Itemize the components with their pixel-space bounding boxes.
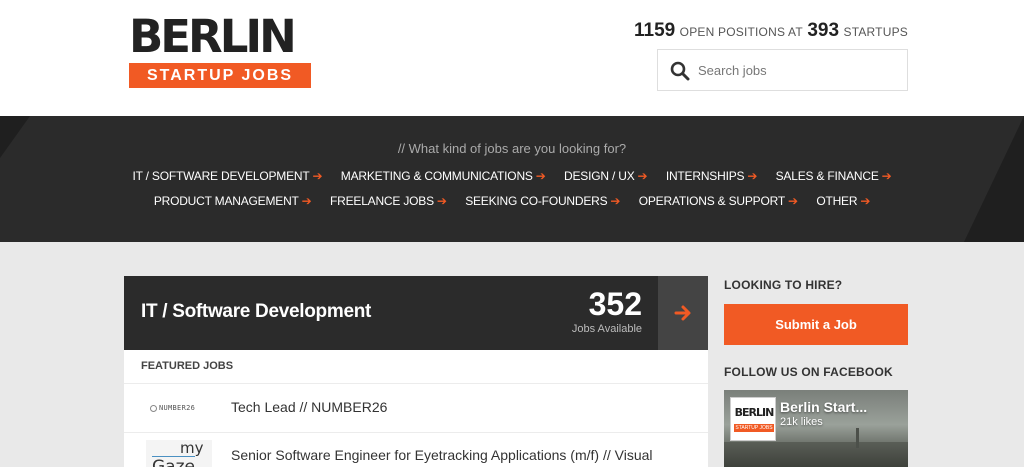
category-design-ux[interactable]: DESIGN / UX ➔ xyxy=(564,169,648,183)
job-row[interactable]: NUMBER26 Tech Lead // NUMBER26 xyxy=(124,384,708,432)
open-positions-count: 1159 xyxy=(633,20,676,41)
job-stats: 1159 OPEN POSITIONS AT 393 STARTUPS xyxy=(560,20,908,42)
search-box xyxy=(657,49,908,91)
arrow-right-icon: ➔ xyxy=(610,194,621,208)
startups-count: 393 xyxy=(807,20,840,41)
company-logo-number26: NUMBER26 xyxy=(150,402,210,414)
arrow-right-icon: ➔ xyxy=(860,194,871,208)
facebook-widget[interactable]: BERLIN STARTUP JOBS Berlin Start... 21k … xyxy=(724,390,908,467)
category-row-2: PRODUCT MANAGEMENT ➔ FREELANCE JOBS ➔ SEEK… xyxy=(0,192,1024,210)
category-product-management[interactable]: PRODUCT MANAGEMENT ➔ xyxy=(154,194,312,208)
arrow-right-icon: ➔ xyxy=(301,194,312,208)
category-sales-finance[interactable]: SALES & FINANCE ➔ xyxy=(776,169,892,183)
job-title[interactable]: Senior Software Engineer for Eyetracking… xyxy=(231,447,653,463)
facebook-likes: 21k likes xyxy=(780,416,823,428)
facebook-cover-skyline xyxy=(724,442,908,467)
arrow-right-icon: ➔ xyxy=(881,169,892,183)
featured-jobs-label: FEATURED JOBS xyxy=(141,360,234,372)
facebook-cover-tower xyxy=(856,428,859,448)
category-operations-support[interactable]: OPERATIONS & SUPPORT ➔ xyxy=(639,194,798,208)
category-band: // What kind of jobs are you looking for… xyxy=(0,116,1024,242)
search-icon[interactable] xyxy=(670,61,690,81)
company-logo-mygaze: my Gaze xyxy=(146,440,212,467)
job-title[interactable]: Tech Lead // NUMBER26 xyxy=(231,399,387,415)
category-header: IT / Software Development 352 Jobs Avail… xyxy=(124,276,708,350)
jobs-count: 352 xyxy=(588,286,642,322)
category-other[interactable]: OTHER ➔ xyxy=(816,194,870,208)
view-all-jobs-button[interactable] xyxy=(658,276,708,350)
arrow-right-icon xyxy=(674,305,691,321)
job-category-panel: IT / Software Development 352 Jobs Avail… xyxy=(124,276,708,467)
logo-wordmark: BERLIN xyxy=(129,14,297,60)
looking-to-hire-heading: LOOKING TO HIRE? xyxy=(724,278,843,292)
category-it-software[interactable]: IT / SOFTWARE DEVELOPMENT ➔ xyxy=(132,169,322,183)
arrow-right-icon: ➔ xyxy=(788,194,798,208)
logo-subtitle: STARTUP JOBS xyxy=(129,63,311,88)
submit-job-button[interactable]: Submit a Job xyxy=(724,304,908,345)
category-title: IT / Software Development xyxy=(141,301,372,322)
startups-label: STARTUPS xyxy=(843,25,908,39)
open-positions-label: OPEN POSITIONS AT xyxy=(679,25,803,39)
category-marketing[interactable]: MARKETING & COMMUNICATIONS ➔ xyxy=(341,169,546,183)
arrow-right-icon: ➔ xyxy=(747,169,758,183)
arrow-right-icon: ➔ xyxy=(312,169,323,183)
site-header: BERLIN STARTUP JOBS 1159 OPEN POSITIONS … xyxy=(0,0,1024,116)
arrow-right-icon: ➔ xyxy=(535,169,546,183)
arrow-right-icon: ➔ xyxy=(436,194,447,208)
category-prompt: // What kind of jobs are you looking for… xyxy=(397,141,627,156)
facebook-page-name[interactable]: Berlin Start... xyxy=(780,399,867,415)
search-input[interactable] xyxy=(698,59,898,81)
category-row-1: IT / SOFTWARE DEVELOPMENT ➔ MARKETING & C… xyxy=(0,167,1024,185)
jobs-count-label: Jobs Available xyxy=(571,323,642,335)
category-co-founders[interactable]: SEEKING CO-FOUNDERS ➔ xyxy=(465,194,620,208)
job-row[interactable]: my Gaze Senior Software Engineer for Eye… xyxy=(124,433,708,467)
category-freelance[interactable]: FREELANCE JOBS ➔ xyxy=(330,194,447,208)
site-logo[interactable]: BERLIN STARTUP JOBS xyxy=(129,14,311,88)
category-internships[interactable]: INTERNSHIPS ➔ xyxy=(666,169,758,183)
facebook-page-avatar[interactable]: BERLIN STARTUP JOBS xyxy=(730,397,776,441)
facebook-heading: FOLLOW US ON FACEBOOK xyxy=(724,365,893,379)
arrow-right-icon: ➔ xyxy=(637,169,648,183)
